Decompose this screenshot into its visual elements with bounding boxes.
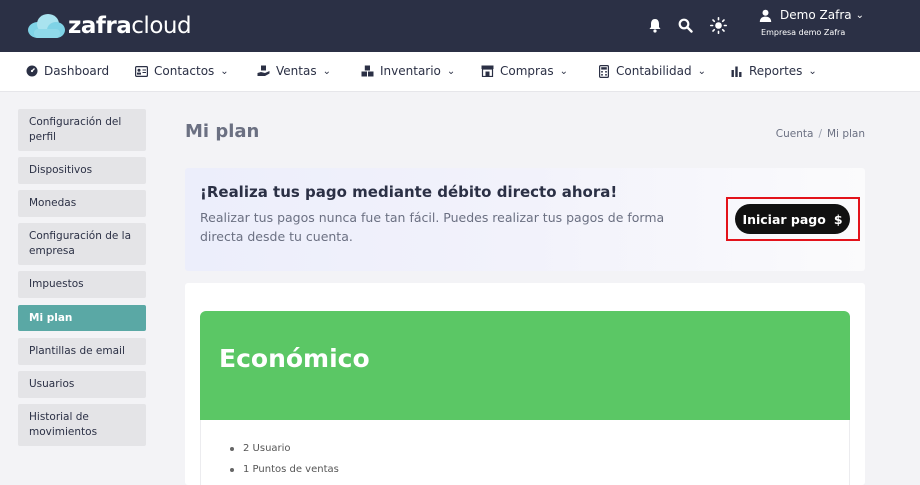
nav-label: Contactos: [154, 64, 215, 78]
sidebar-item-label: Plantillas de email: [29, 345, 125, 357]
chevron-down-icon: ⌄: [808, 65, 817, 77]
chevron-down-icon: ⌄: [322, 65, 331, 77]
top-bar: zafracloud Demo Zafra ⌄ Empresa demo Zaf…: [0, 0, 920, 52]
nav-contabilidad[interactable]: Contabilidad ⌄: [597, 64, 706, 78]
breadcrumb-current: Mi plan: [827, 128, 865, 140]
dashboard-icon: [25, 65, 38, 78]
plan-name: Económico: [219, 344, 370, 373]
sidebar-item-devices[interactable]: Dispositivos: [18, 157, 146, 184]
nav-label: Contabilidad: [616, 64, 692, 78]
sidebar-item-label: Monedas: [29, 197, 77, 209]
inventory-icon: [361, 65, 374, 78]
plan-feature-item: 1 Puntos de ventas: [230, 459, 339, 480]
search-area: [675, 15, 695, 35]
sales-icon: [257, 65, 270, 78]
bell-icon[interactable]: [645, 15, 665, 35]
brand-logo[interactable]: zafracloud: [26, 10, 192, 42]
dollar-icon: $: [833, 211, 843, 227]
nav-compras[interactable]: Compras ⌄: [481, 64, 568, 78]
nav-label: Compras: [500, 64, 554, 78]
sidebar-item-label: Configuración del perfil: [29, 116, 122, 143]
sun-icon[interactable]: [708, 15, 728, 35]
breadcrumb-separator: /: [818, 128, 822, 140]
nav-contactos[interactable]: Contactos ⌄: [135, 64, 229, 78]
chevron-down-icon: ⌄: [559, 65, 568, 77]
brand-name-bold: zafra: [68, 13, 132, 39]
banner-title: ¡Realiza tus pago mediante débito direct…: [200, 183, 618, 201]
sidebar-item-email-templates[interactable]: Plantillas de email: [18, 338, 146, 365]
cloud-logo-icon: [26, 13, 66, 39]
page-title: Mi plan: [185, 121, 260, 142]
notifications-area: [645, 15, 665, 35]
nav-label: Reportes: [749, 64, 803, 78]
nav-reportes[interactable]: Reportes ⌄: [730, 64, 817, 78]
nav-inventario[interactable]: Inventario ⌄: [361, 64, 455, 78]
sidebar-item-profile-config[interactable]: Configuración del perfil: [18, 109, 146, 151]
main-nav: Dashboard Contactos ⌄ Ventas ⌄ Inventari…: [0, 52, 920, 92]
nav-dashboard[interactable]: Dashboard: [25, 64, 109, 78]
plan-card: Económico 2 Usuario 1 Puntos de ventas: [185, 283, 865, 485]
bar-chart-icon: [730, 65, 743, 78]
plan-features: 2 Usuario 1 Puntos de ventas: [200, 420, 850, 485]
banner-text: Realizar tus pagos nunca fue tan fácil. …: [200, 210, 665, 244]
theme-area: [708, 15, 728, 35]
sidebar-item-label: Usuarios: [29, 378, 75, 390]
sidebar-item-company-config[interactable]: Configuración de la empresa: [18, 223, 146, 265]
chevron-down-icon: ⌄: [220, 65, 229, 77]
sidebar-item-label: Mi plan: [29, 312, 73, 324]
nav-ventas[interactable]: Ventas ⌄: [257, 64, 331, 78]
user-menu[interactable]: Demo Zafra ⌄ Empresa demo Zafra: [759, 8, 864, 37]
contacts-icon: [135, 65, 148, 78]
sidebar-item-label: Configuración de la empresa: [29, 230, 132, 257]
sidebar-item-my-plan[interactable]: Mi plan: [18, 305, 146, 331]
calculator-icon: [597, 64, 610, 78]
store-icon: [481, 65, 494, 78]
breadcrumb: Cuenta / Mi plan: [776, 128, 865, 140]
plan-header: Económico: [200, 311, 850, 420]
search-icon[interactable]: [675, 15, 695, 35]
start-payment-label: Iniciar pago: [742, 211, 826, 227]
plan-feature-item: 2 Usuario: [230, 438, 339, 459]
sidebar-item-history[interactable]: Historial de movimientos: [18, 404, 146, 446]
chevron-down-icon: ⌄: [697, 65, 706, 77]
nav-label: Inventario: [380, 64, 441, 78]
chevron-down-icon: ⌄: [446, 65, 456, 77]
nav-label: Dashboard: [44, 64, 110, 78]
nav-label: Ventas: [276, 64, 317, 78]
sidebar-item-taxes[interactable]: Impuestos: [18, 271, 146, 298]
sidebar-item-label: Historial de movimientos: [29, 411, 98, 438]
user-icon: [759, 9, 772, 22]
chevron-down-icon: ⌄: [855, 9, 864, 21]
sidebar-item-currencies[interactable]: Monedas: [18, 190, 146, 217]
company-name: Empresa demo Zafra: [761, 28, 846, 37]
user-name: Demo Zafra: [780, 8, 852, 22]
start-payment-button[interactable]: Iniciar pago $: [735, 204, 850, 234]
brand-name-light: cloud: [131, 13, 192, 39]
breadcrumb-account-link[interactable]: Cuenta: [776, 128, 814, 140]
sidebar-item-users[interactable]: Usuarios: [18, 371, 146, 398]
sidebar-item-label: Dispositivos: [29, 164, 93, 176]
sidebar-item-label: Impuestos: [29, 278, 84, 290]
direct-debit-banner: ¡Realiza tus pago mediante débito direct…: [185, 168, 865, 271]
